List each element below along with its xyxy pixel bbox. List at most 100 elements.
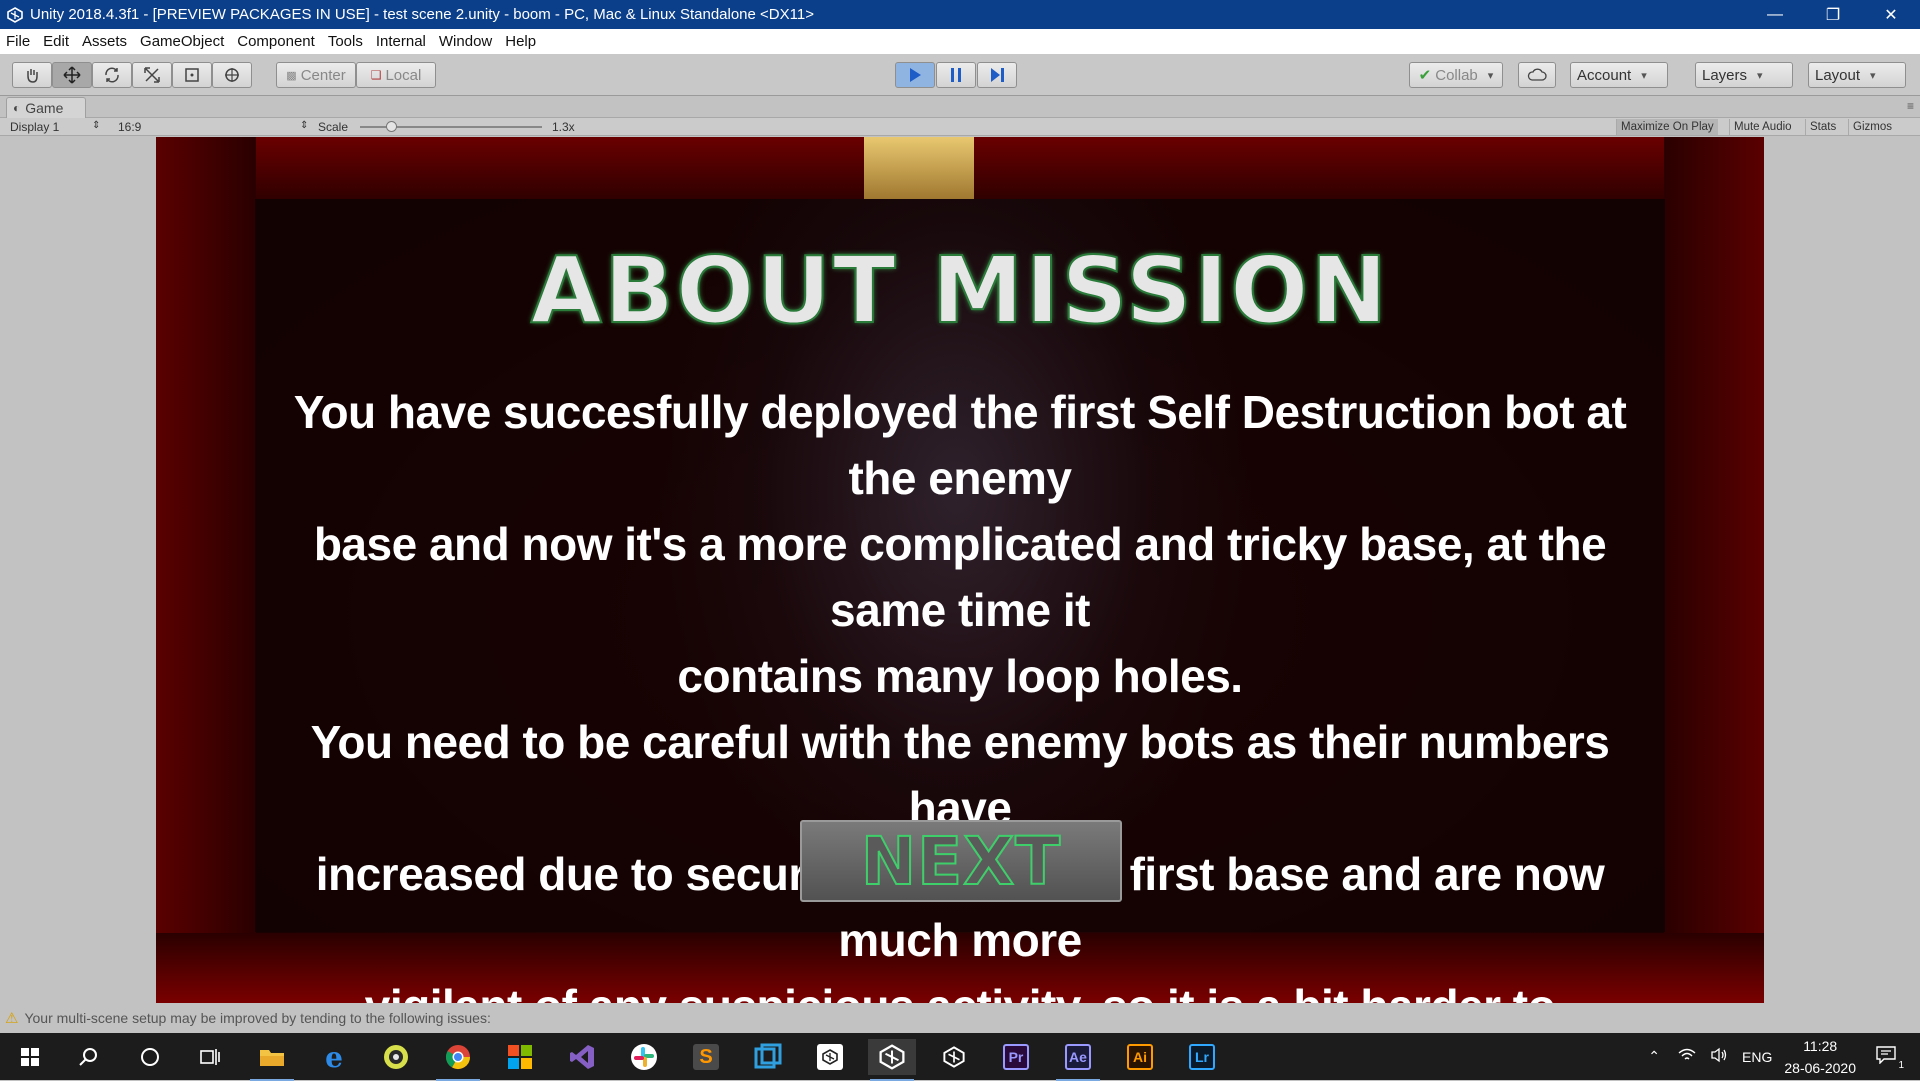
collab-dropdown[interactable]: ✔ Collab xyxy=(1409,62,1503,88)
app-icon[interactable] xyxy=(744,1039,792,1075)
pivot-local-button[interactable]: ❑ Local xyxy=(356,62,436,88)
pivot-local-label: Local xyxy=(385,66,422,84)
menu-window[interactable]: Window xyxy=(439,33,492,50)
search-icon[interactable] xyxy=(65,1039,113,1075)
pivot-center-button[interactable]: ▩ Center xyxy=(276,62,356,88)
aspect-dropdown[interactable]: 16:9 xyxy=(118,120,141,134)
status-message[interactable]: Your multi-scene setup may be improved b… xyxy=(24,1010,490,1026)
rect-tool-icon[interactable] xyxy=(172,62,212,88)
play-icon[interactable] xyxy=(895,62,935,88)
scale-slider-thumb[interactable] xyxy=(385,121,397,132)
scale-slider[interactable] xyxy=(360,121,542,132)
menu-assets[interactable]: Assets xyxy=(82,33,127,50)
minimize-icon[interactable]: — xyxy=(1746,0,1804,29)
hand-tool-icon[interactable] xyxy=(12,62,52,88)
ceiling-light xyxy=(864,137,974,199)
menu-gameobject[interactable]: GameObject xyxy=(140,33,224,50)
maximize-on-play-toggle[interactable]: Maximize On Play xyxy=(1616,119,1718,135)
clock-time: 11:28 xyxy=(1803,1037,1838,1054)
chrome-icon[interactable] xyxy=(434,1039,482,1081)
menu-edit[interactable]: Edit xyxy=(43,33,69,50)
close-icon[interactable]: ✕ xyxy=(1862,0,1920,29)
unity-logo-icon xyxy=(4,4,26,26)
game-controller-icon: ◐ xyxy=(13,101,21,115)
transform-tool-icon[interactable] xyxy=(212,62,252,88)
account-label: Account xyxy=(1577,66,1632,84)
unity-icon[interactable] xyxy=(868,1039,916,1081)
cube-icon: ❑ xyxy=(370,68,382,82)
mission-description: You have succesfully deployed the first … xyxy=(286,379,1634,1003)
window-title: Unity 2018.4.3f1 - [PREVIEW PACKAGES IN … xyxy=(30,6,814,23)
display-dropdown[interactable]: Display 1 xyxy=(10,120,59,134)
cloud-icon[interactable] xyxy=(1518,62,1556,88)
edge-icon[interactable]: e xyxy=(310,1039,358,1075)
tab-menu-icon[interactable]: ≡ xyxy=(1907,99,1914,113)
file-explorer-icon[interactable] xyxy=(248,1039,296,1081)
move-tool-icon[interactable] xyxy=(52,62,92,88)
mission-line: contains many loop holes. xyxy=(677,650,1243,702)
step-icon[interactable] xyxy=(977,62,1017,88)
menu-tools[interactable]: Tools xyxy=(328,33,363,50)
unity-hub-icon[interactable] xyxy=(806,1039,854,1075)
menu-component[interactable]: Component xyxy=(237,33,315,50)
notification-icon[interactable]: 1 xyxy=(1876,1046,1904,1071)
wifi-icon[interactable] xyxy=(1678,1048,1696,1065)
game-view-toolbar: Display 1 ⇕ 16:9 ⇕ Scale 1.3x Maximize O… xyxy=(0,118,1920,136)
warning-icon: ⚠ xyxy=(5,1010,19,1027)
clock[interactable]: 11:28 28-06-2020 xyxy=(1784,1035,1856,1079)
chevron-up-icon[interactable]: ⌃ xyxy=(1648,1048,1660,1065)
mission-title: ABOUT MISSION xyxy=(530,236,1390,345)
rotate-tool-icon[interactable] xyxy=(92,62,132,88)
system-tray: ⌃ ENG 11:28 28-06-2020 1 xyxy=(1648,1033,1920,1080)
mission-line: You have succesfully deployed the first … xyxy=(293,386,1627,504)
menu-internal[interactable]: Internal xyxy=(376,33,426,50)
game-screen: ABOUT MISSION You have succesfully deplo… xyxy=(156,137,1764,1003)
account-dropdown[interactable]: Account xyxy=(1570,62,1668,88)
clock-date: 28-06-2020 xyxy=(1784,1059,1856,1076)
next-button-label: NEXT xyxy=(860,822,1062,901)
visual-studio-icon[interactable] xyxy=(558,1039,606,1075)
menu-help[interactable]: Help xyxy=(505,33,536,50)
app-icon[interactable] xyxy=(372,1039,420,1075)
after-effects-icon[interactable]: Ae xyxy=(1054,1039,1102,1081)
next-button[interactable]: NEXT xyxy=(800,820,1122,902)
collab-label: Collab xyxy=(1435,66,1478,84)
menu-file[interactable]: File xyxy=(6,33,30,50)
toolbar: ▩ Center ❑ Local ✔ Collab Account Layers… xyxy=(0,54,1920,96)
check-icon: ✔ xyxy=(1418,67,1432,84)
mission-line: vigilant of any suspicious activity, so … xyxy=(286,973,1634,1003)
store-icon[interactable] xyxy=(496,1039,544,1075)
stats-toggle[interactable]: Stats xyxy=(1805,119,1840,135)
cortana-icon[interactable] xyxy=(126,1039,174,1075)
layers-label: Layers xyxy=(1702,66,1748,84)
layers-dropdown[interactable]: Layers xyxy=(1695,62,1793,88)
pause-icon[interactable] xyxy=(936,62,976,88)
window-title-bar: Unity 2018.4.3f1 - [PREVIEW PACKAGES IN … xyxy=(0,0,1920,29)
layout-dropdown[interactable]: Layout xyxy=(1808,62,1906,88)
scale-tool-icon[interactable] xyxy=(132,62,172,88)
layout-label: Layout xyxy=(1815,66,1861,84)
restore-icon[interactable]: ❐ xyxy=(1804,0,1862,29)
lightroom-icon[interactable]: Lr xyxy=(1178,1039,1226,1075)
status-bar: ⚠ Your multi-scene setup may be improved… xyxy=(0,1003,1920,1033)
game-tab-bar: ◐ Game ≡ xyxy=(0,96,1920,118)
tab-game[interactable]: ◐ Game xyxy=(6,97,86,118)
notification-count: 1 xyxy=(1898,1060,1904,1071)
task-view-icon[interactable] xyxy=(186,1039,234,1075)
scale-label: Scale xyxy=(318,120,349,134)
sublime-icon[interactable]: S xyxy=(682,1039,730,1075)
pivot-center-label: Center xyxy=(300,66,346,84)
aspect-arrows-icon: ⇕ xyxy=(300,120,309,131)
scale-value: 1.3x xyxy=(552,120,575,134)
mission-line: base and now it's a more complicated and… xyxy=(313,518,1607,636)
illustrator-icon[interactable]: Ai xyxy=(1116,1039,1164,1075)
volume-icon[interactable] xyxy=(1710,1047,1728,1066)
unity-icon[interactable] xyxy=(930,1039,978,1075)
language-indicator[interactable]: ENG xyxy=(1742,1049,1772,1065)
gizmos-dropdown[interactable]: Gizmos xyxy=(1848,119,1896,135)
premiere-icon[interactable]: Pr xyxy=(992,1039,1040,1075)
slack-icon[interactable] xyxy=(620,1039,668,1075)
mute-audio-toggle[interactable]: Mute Audio xyxy=(1729,119,1796,135)
windows-start-icon[interactable] xyxy=(6,1039,54,1075)
display-arrows-icon: ⇕ xyxy=(92,120,101,131)
